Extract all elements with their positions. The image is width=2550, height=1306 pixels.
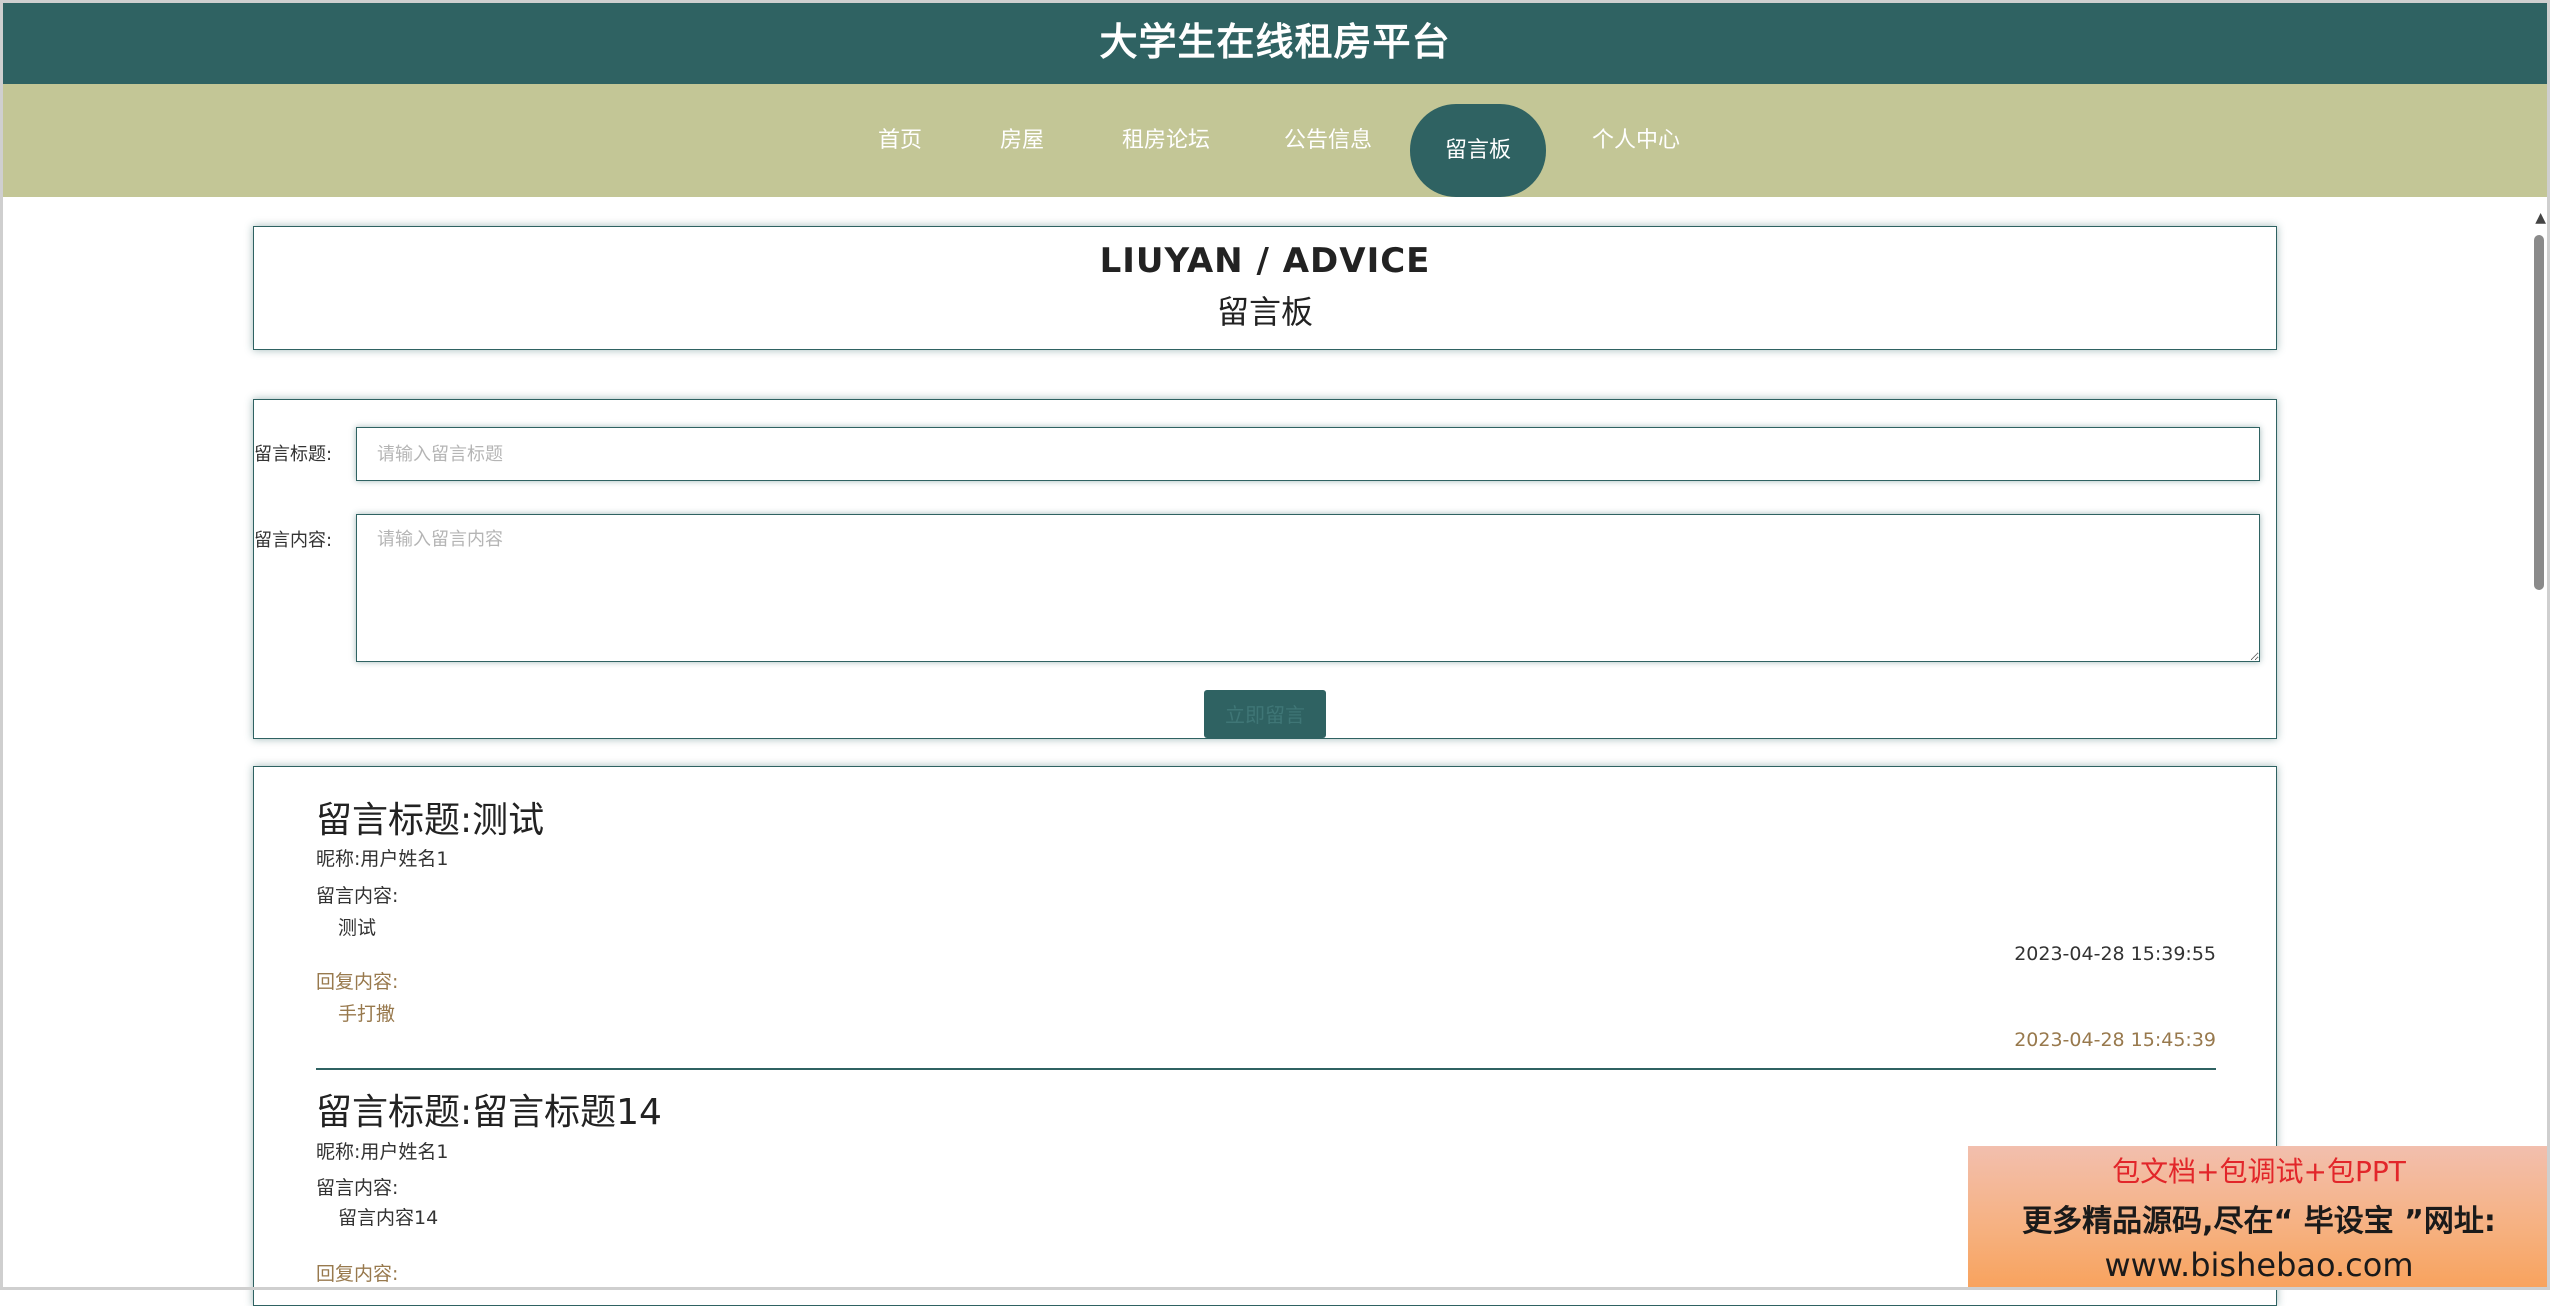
content-textarea[interactable] — [356, 514, 2260, 662]
page-title-card: LIUYAN / ADVICE 留言板 — [253, 226, 2277, 350]
message-time: 2023-04-28 15:39:55 — [2014, 943, 2216, 965]
message-form: 留言标题: 留言内容: 立即留言 — [253, 399, 2277, 739]
title-input[interactable] — [356, 427, 2260, 481]
message-divider — [316, 1068, 2216, 1070]
nav-message-board-label: 留言板 — [1444, 138, 1511, 163]
ad-line-2: 更多精品源码,尽在“ 毕设宝 ”网址: — [2022, 1204, 2496, 1239]
site-title: 大学生在线租房平台 — [1099, 20, 1451, 64]
reply-label: 回复内容: — [316, 971, 399, 993]
message-content: 留言内容14 — [338, 1207, 439, 1229]
nav-home[interactable]: 首页 — [872, 84, 928, 197]
page-title-en: LIUYAN / ADVICE — [1099, 241, 1431, 281]
ad-url: www.bishebao.com — [2104, 1246, 2414, 1284]
nav-houses[interactable]: 房屋 — [998, 84, 1046, 197]
message-title: 留言标题:留言标题14 — [316, 1092, 662, 1133]
nav-notices[interactable]: 公告信息 — [1282, 84, 1374, 197]
main-nav: 首页 房屋 租房论坛 公告信息 — [0, 84, 2550, 197]
title-field-label: 留言标题: — [254, 444, 333, 465]
site-header: 大学生在线租房平台 — [0, 0, 2550, 84]
nav-message-board[interactable]: 留言板 — [1410, 104, 1546, 197]
message-content-label: 留言内容: — [316, 1177, 399, 1199]
message-content: 测试 — [338, 917, 377, 939]
reply-content: 手打撒 — [338, 1003, 396, 1025]
nav-forum[interactable]: 租房论坛 — [1120, 84, 1212, 197]
scrollbar-thumb[interactable] — [2534, 235, 2544, 590]
reply-time: 2023-04-28 15:45:39 — [2014, 1029, 2216, 1051]
ad-banner[interactable]: 包文档+包调试+包PPT 更多精品源码,尽在“ 毕设宝 ”网址: www.bis… — [1968, 1146, 2550, 1290]
content-field-label: 留言内容: — [254, 530, 333, 551]
message-nickname: 昵称:用户姓名1 — [316, 848, 449, 870]
message-content-label: 留言内容: — [316, 885, 399, 907]
reply-label: 回复内容: — [316, 1263, 399, 1285]
nav-profile[interactable]: 个人中心 — [1590, 84, 1682, 197]
submit-message-button[interactable]: 立即留言 — [1204, 690, 1326, 738]
page-title-cn: 留言板 — [1216, 293, 1313, 331]
scroll-up-arrow-icon[interactable]: ▲ — [2535, 210, 2546, 226]
ad-line-1: 包文档+包调试+包PPT — [2112, 1155, 2406, 1188]
message-nickname: 昵称:用户姓名1 — [316, 1141, 449, 1163]
message-title: 留言标题:测试 — [316, 800, 545, 841]
